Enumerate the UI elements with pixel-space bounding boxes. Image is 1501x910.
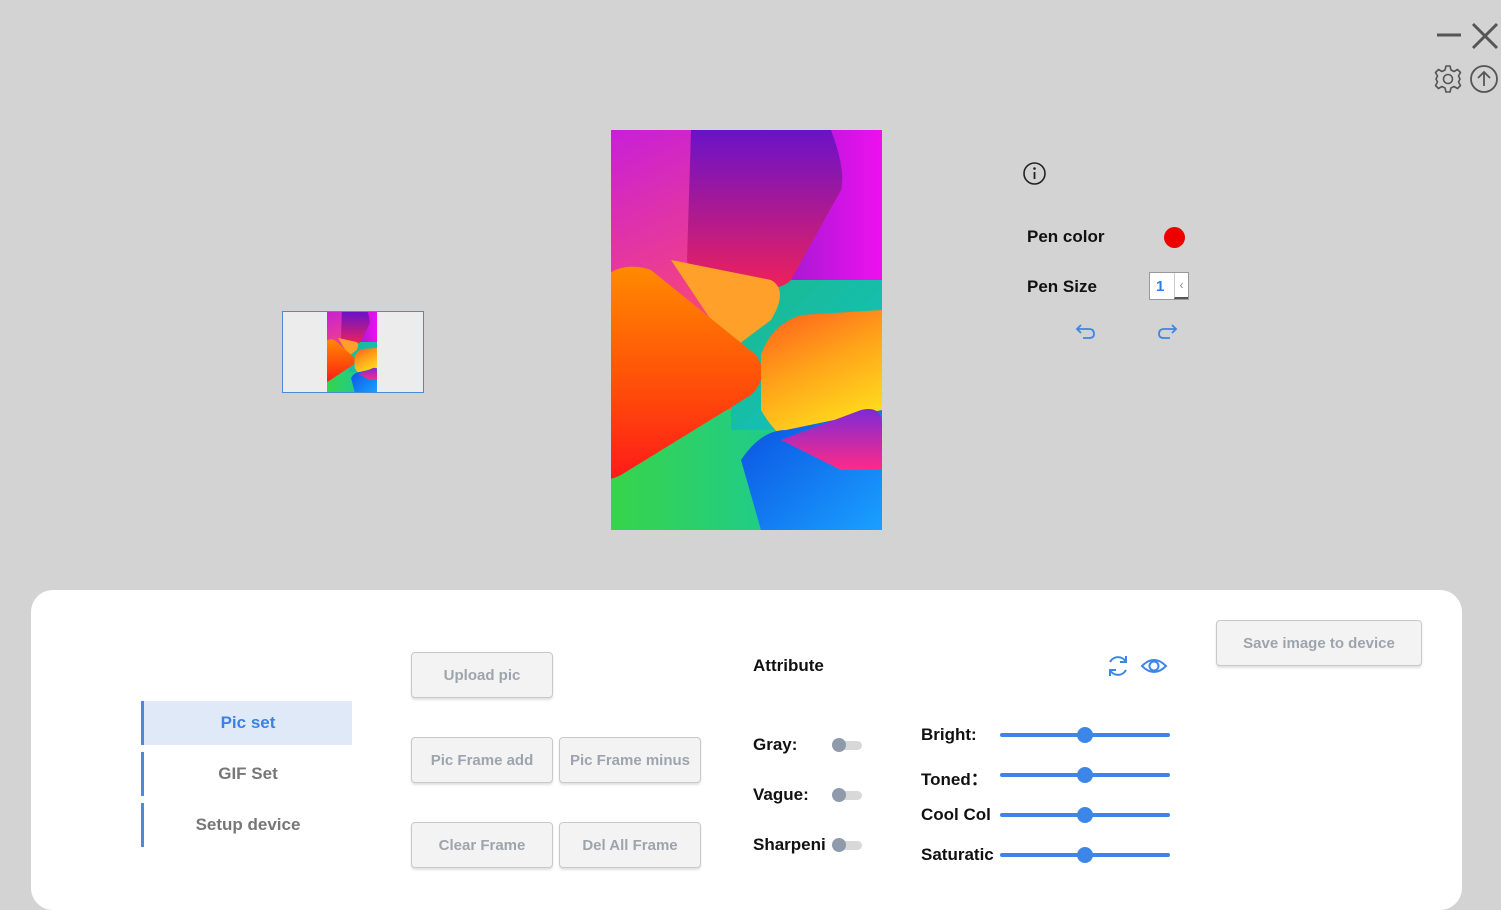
slider-thumb[interactable] (1077, 727, 1093, 743)
del-all-frame-button[interactable]: Del All Frame (559, 822, 701, 868)
clear-frame-button[interactable]: Clear Frame (411, 822, 553, 868)
pen-size-value: 1 (1156, 278, 1165, 295)
preview-button[interactable] (1140, 653, 1168, 679)
vague-label: Vague: (753, 785, 809, 804)
slider-thumb[interactable] (1077, 847, 1093, 863)
pic-frame-minus-button[interactable]: Pic Frame minus (559, 737, 701, 783)
gray-toggle[interactable] (832, 738, 862, 752)
minimize-button[interactable] (1436, 24, 1462, 46)
attribute-title: Attribute (753, 656, 824, 675)
sharpen-toggle[interactable] (832, 838, 862, 852)
upload-pic-button[interactable]: Upload pic (411, 652, 553, 698)
eye-icon (1140, 659, 1168, 673)
sharpen-label: Sharpeni (753, 835, 826, 854)
nav-item-label: Setup device (195, 815, 301, 834)
undo-button[interactable] (1074, 319, 1098, 343)
pic-frame-add-button[interactable]: Pic Frame add (411, 737, 553, 783)
undo-icon (1075, 324, 1095, 339)
cool-color-slider[interactable] (1000, 806, 1170, 824)
nav-item-setup-device[interactable]: Setup device (141, 803, 352, 847)
close-icon (1471, 22, 1499, 50)
nav-item-pic-set[interactable]: Pic set (141, 701, 352, 745)
spin-arrow-icon[interactable]: ‹ (1174, 273, 1188, 299)
drawing-canvas[interactable] (611, 130, 882, 530)
settings-button[interactable] (1433, 64, 1463, 94)
gray-label: Gray: (753, 735, 798, 754)
redo-button[interactable] (1155, 319, 1179, 343)
slider-thumb[interactable] (1077, 807, 1093, 823)
reset-attributes-button[interactable] (1105, 653, 1131, 679)
pen-color-swatch[interactable] (1164, 227, 1185, 248)
nav-item-label: GIF Set (218, 764, 278, 783)
vague-toggle[interactable] (832, 788, 862, 802)
refresh-icon (1109, 656, 1127, 676)
redo-icon (1158, 324, 1178, 339)
upload-icon (1470, 65, 1498, 93)
slider-thumb[interactable] (1077, 767, 1093, 783)
cool-color-label: Cool Col (921, 805, 991, 824)
gear-icon (1434, 65, 1462, 93)
info-icon (1023, 162, 1046, 185)
pen-size-label: Pen Size (1027, 277, 1097, 296)
close-button[interactable] (1470, 21, 1500, 51)
saturation-label: Saturatic (921, 845, 994, 864)
info-button[interactable] (1022, 161, 1047, 186)
bright-label: Bright: (921, 725, 977, 744)
pen-size-spinbox[interactable]: 1 ‹ (1149, 272, 1189, 300)
frame-thumbnail[interactable] (282, 311, 424, 393)
frame-thumbnail-image (327, 312, 377, 392)
nav-item-label: Pic set (220, 713, 276, 732)
nav-item-gif-set[interactable]: GIF Set (141, 752, 352, 796)
toned-slider[interactable] (1000, 766, 1170, 784)
minimize-icon (1437, 33, 1461, 37)
upload-button[interactable] (1469, 64, 1499, 94)
save-image-to-device-button[interactable]: Save image to device (1216, 620, 1422, 666)
bright-slider[interactable] (1000, 726, 1170, 744)
toned-label: Toned： (921, 770, 988, 789)
pen-color-label: Pen color (1027, 227, 1105, 246)
saturation-slider[interactable] (1000, 846, 1170, 864)
